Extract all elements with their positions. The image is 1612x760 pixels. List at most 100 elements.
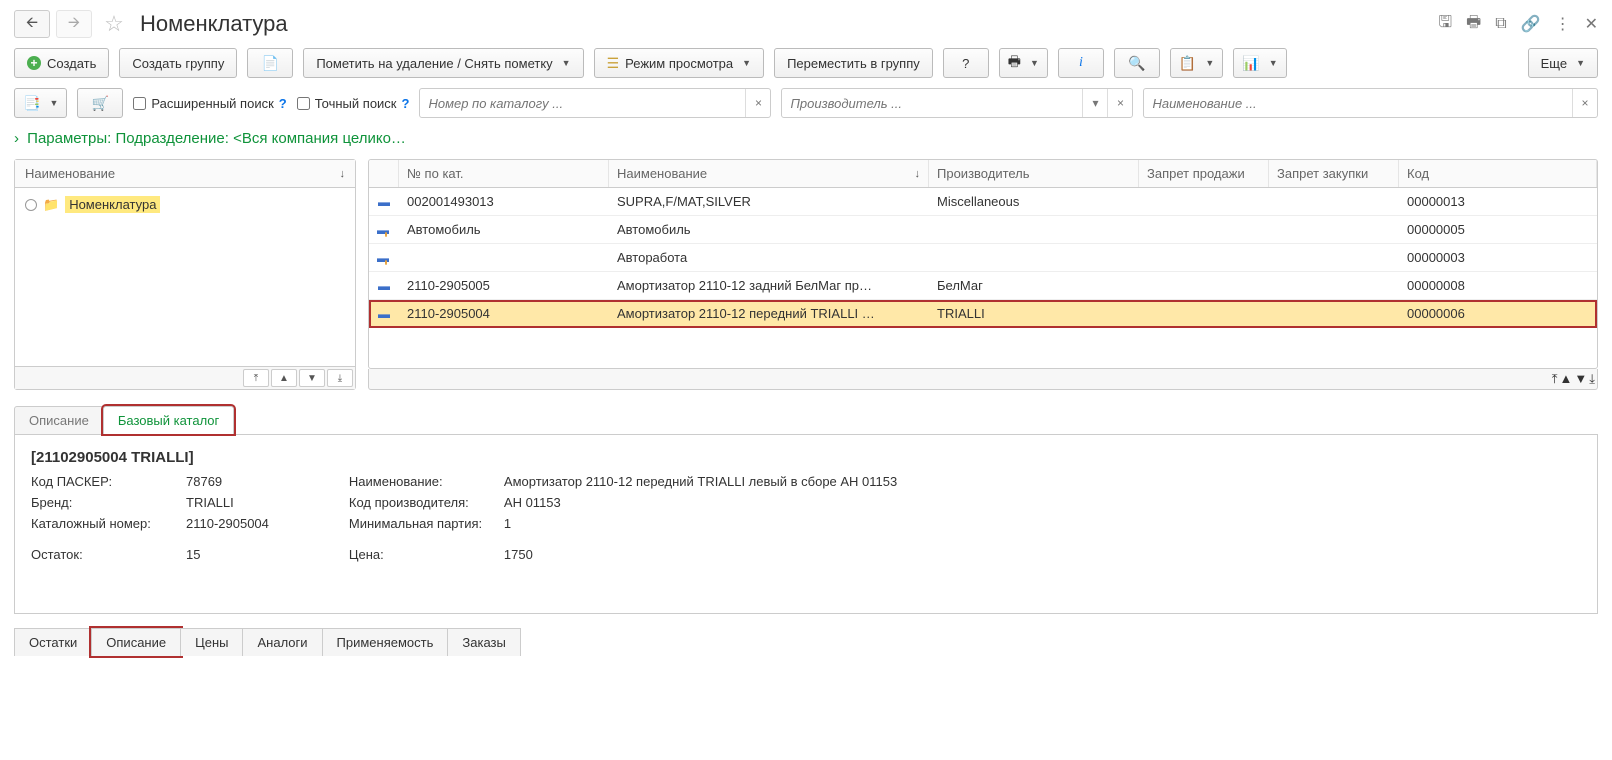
tab-description-bottom[interactable]: Описание: [91, 628, 181, 656]
table-row[interactable]: ▬2110-2905004Амортизатор 2110-12 передни…: [369, 300, 1597, 328]
detail-pasker-key: Код ПАСКЕР:: [31, 474, 176, 489]
cell-manufacturer: TRIALLI: [929, 300, 1139, 327]
cell-no-sale: [1139, 188, 1269, 215]
tree-root-label: Номенклатура: [65, 196, 160, 213]
detail-title: [21102905004 TRIALLI]: [31, 449, 1581, 466]
report-2-button[interactable]: 📊 ▼: [1233, 48, 1286, 78]
clear-icon[interactable]: ×: [1572, 89, 1597, 117]
more-button[interactable]: Еще ▼: [1528, 48, 1598, 78]
exact-search-label: Точный поиск: [315, 96, 397, 111]
create-group-button[interactable]: Создать группу: [119, 48, 237, 78]
tab-prices[interactable]: Цены: [180, 628, 243, 656]
row-type-icon: ▬: [369, 272, 399, 299]
preview-header-icon[interactable]: ⧉: [1495, 15, 1506, 33]
detail-catno-val: 2110-2905004: [186, 516, 269, 531]
print-header-icon[interactable]: 🖶: [1466, 11, 1481, 38]
grid-header: № по кат. Наименование↓ Производитель За…: [369, 160, 1597, 188]
col-manufacturer[interactable]: Производитель: [929, 160, 1139, 187]
name-input[interactable]: [1144, 89, 1572, 117]
folder-icon: 📁: [43, 197, 59, 213]
params-link-label: Параметры: Подразделение: <Вся компания …: [27, 130, 406, 147]
name-field[interactable]: ×: [1143, 88, 1598, 118]
tree-header[interactable]: Наименование ↓: [15, 160, 355, 188]
tab-base-catalog[interactable]: Базовый каталог: [103, 406, 234, 434]
chart-icon: 📊: [1242, 55, 1259, 72]
create-button[interactable]: + Создать: [14, 48, 109, 78]
detail-pasker-val: 78769: [186, 474, 222, 489]
cell-manufacturer: Miscellaneous: [929, 188, 1139, 215]
col-no-buy[interactable]: Запрет закупки: [1269, 160, 1399, 187]
nav-back-button[interactable]: 🡨: [14, 10, 50, 38]
search-button[interactable]: 🔍: [1114, 48, 1160, 78]
mark-delete-button[interactable]: Пометить на удаление / Снять пометку ▼: [303, 48, 583, 78]
extended-search-input[interactable]: [133, 97, 146, 110]
chevron-down-icon: ▼: [1576, 58, 1585, 68]
filter-icon: 📑: [23, 95, 40, 112]
copy-button[interactable]: 📄: [247, 48, 293, 78]
cell-cat-no: 2110-2905005: [399, 272, 609, 299]
cell-manufacturer: [929, 244, 1139, 271]
tree-root-item[interactable]: 📁 Номенклатура: [19, 192, 351, 217]
grid-panel: № по кат. Наименование↓ Производитель За…: [368, 159, 1598, 369]
tab-description-top[interactable]: Описание: [14, 406, 104, 434]
link-icon[interactable]: 🔗: [1521, 14, 1541, 34]
table-row[interactable]: ▬Авторабота00000003: [369, 244, 1597, 272]
scroll-down-button[interactable]: ▼: [1574, 371, 1587, 387]
tab-orders[interactable]: Заказы: [447, 628, 520, 656]
params-link[interactable]: › Параметры: Подразделение: <Вся компани…: [14, 130, 1598, 147]
move-to-group-button[interactable]: Переместить в группу: [774, 48, 933, 78]
clear-icon[interactable]: ×: [745, 89, 770, 117]
scroll-bottom-button[interactable]: ⤓: [327, 369, 353, 387]
scroll-top-button[interactable]: ⤒: [1552, 371, 1558, 387]
cell-no-sale: [1139, 216, 1269, 243]
manufacturer-input[interactable]: [782, 89, 1082, 117]
save-icon[interactable]: 🖫: [1438, 11, 1452, 38]
report-1-button[interactable]: 📋 ▼: [1170, 48, 1223, 78]
cell-name: Автомобиль: [609, 216, 929, 243]
nav-forward-button[interactable]: 🡪: [56, 10, 92, 38]
chevron-down-icon: ▼: [562, 58, 571, 68]
catalog-number-input[interactable]: [420, 89, 745, 117]
exact-search-input[interactable]: [297, 97, 310, 110]
col-name[interactable]: Наименование↓: [609, 160, 929, 187]
scroll-up-button[interactable]: ▲: [1560, 371, 1573, 387]
more-vertical-icon[interactable]: ⋮: [1555, 14, 1571, 34]
help-button[interactable]: ?: [943, 48, 989, 78]
view-mode-button[interactable]: ☰ Режим просмотра ▼: [594, 48, 764, 78]
col-no-sale[interactable]: Запрет продажи: [1139, 160, 1269, 187]
tab-analogs[interactable]: Аналоги: [242, 628, 322, 656]
col-cat-no[interactable]: № по кат.: [399, 160, 609, 187]
scroll-bottom-button[interactable]: ⤓: [1589, 371, 1595, 387]
info-button[interactable]: i: [1058, 48, 1104, 78]
tab-applicability[interactable]: Применяемость: [322, 628, 449, 656]
filter-1-button[interactable]: 📑 ▼: [14, 88, 67, 118]
question-icon[interactable]: ?: [402, 96, 410, 111]
grid-vnav: ⤒ ▲ ▼ ⤓: [368, 369, 1598, 390]
exact-search-checkbox[interactable]: Точный поиск ?: [297, 96, 410, 111]
expand-icon[interactable]: [25, 199, 37, 211]
scroll-top-button[interactable]: ⤒: [243, 369, 269, 387]
mark-delete-label: Пометить на удаление / Снять пометку: [316, 56, 552, 71]
scroll-up-button[interactable]: ▲: [271, 369, 297, 387]
basket-button[interactable]: 🛒: [77, 88, 123, 118]
scroll-down-button[interactable]: ▼: [299, 369, 325, 387]
dropdown-icon[interactable]: ▾: [1082, 89, 1107, 117]
extended-search-checkbox[interactable]: Расширенный поиск ?: [133, 96, 286, 111]
cell-name: Авторабота: [609, 244, 929, 271]
catalog-number-field[interactable]: ×: [419, 88, 771, 118]
print-button[interactable]: 🖶 ▼: [999, 48, 1048, 78]
table-row[interactable]: ▬002001493013SUPRA,F/MAT,SILVERMiscellan…: [369, 188, 1597, 216]
tree-vnav: ⤒ ▲ ▼ ⤓: [15, 366, 355, 389]
manufacturer-field[interactable]: ▾ ×: [781, 88, 1133, 118]
col-code[interactable]: Код: [1399, 160, 1597, 187]
question-icon[interactable]: ?: [279, 96, 287, 111]
table-row[interactable]: ▬2110-2905005Амортизатор 2110-12 задний …: [369, 272, 1597, 300]
table-row[interactable]: ▬АвтомобильАвтомобиль00000005: [369, 216, 1597, 244]
tab-stocks[interactable]: Остатки: [14, 628, 92, 656]
close-icon[interactable]: ✕: [1585, 14, 1598, 34]
clear-icon[interactable]: ×: [1107, 89, 1132, 117]
info-icon: i: [1079, 55, 1083, 71]
favorite-star-icon[interactable]: ☆: [102, 12, 126, 36]
report-icon: 📋: [1179, 55, 1196, 72]
cell-no-buy: [1269, 216, 1399, 243]
